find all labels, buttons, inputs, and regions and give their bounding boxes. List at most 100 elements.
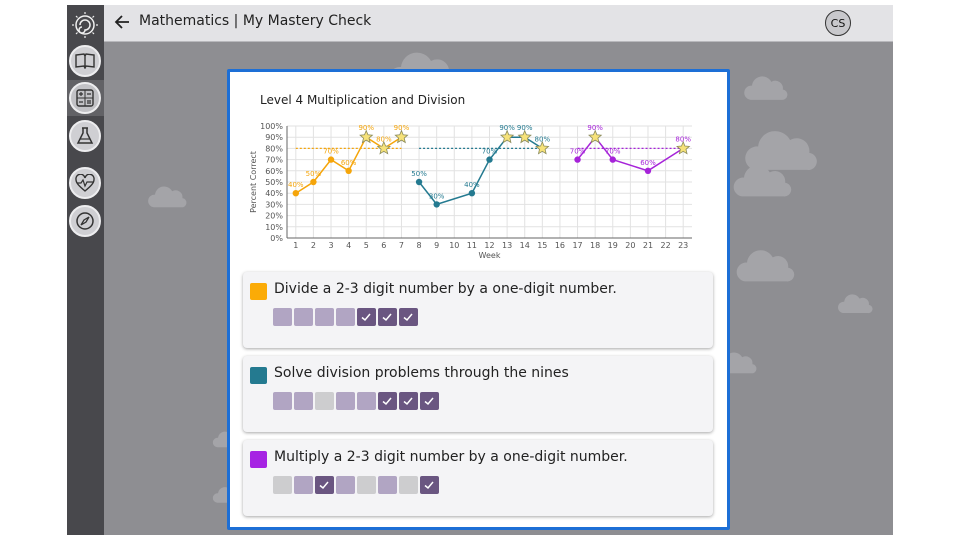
data-label: 50% [306,170,322,178]
data-point [486,156,493,163]
y-tick-label: 20% [265,212,283,221]
x-tick-label: 16 [555,241,565,250]
checkmark-icon [382,313,392,322]
x-tick-label: 1 [293,241,298,250]
sidebar [67,5,104,535]
x-tick-label: 5 [364,241,369,250]
attempt-box-mastered [357,308,376,326]
x-tick-label: 2 [311,241,316,250]
attempt-box [336,476,355,494]
x-tick-label: 7 [399,241,404,250]
data-label: 70% [605,148,621,156]
app-window: Mathematics | My Mastery Check CS Level … [67,5,893,535]
x-tick-label: 14 [520,241,530,250]
data-point [574,156,581,163]
attempt-box-mastered [315,476,334,494]
swirl-logo-icon[interactable] [69,9,101,41]
checkmark-icon [424,481,434,490]
attempt-box [273,308,292,326]
heart-pulse-icon [75,174,95,192]
attempt-box [273,392,292,410]
attempt-box-mastered [399,308,418,326]
y-tick-label: 50% [265,178,283,187]
attempt-box [294,308,313,326]
x-tick-label: 4 [346,241,351,250]
attempt-box [273,476,292,494]
attempt-box-mastered [378,308,397,326]
data-label: 70% [323,148,339,156]
data-point [345,167,352,174]
flask-icon [76,127,94,144]
cloud-decoration [744,76,788,100]
cloud-decoration [838,294,873,314]
mastery-modal: Level 4 Multiplication and Division 0% 10… [227,69,730,530]
data-label: 80% [376,135,392,143]
data-label: 80% [675,135,691,143]
attempt-box [315,392,334,410]
checkmark-icon [319,481,329,490]
x-tick-label: 13 [502,241,512,250]
attempt-box [315,308,334,326]
y-tick-label: 80% [265,144,283,153]
attempt-box [294,476,313,494]
data-point [609,156,616,163]
y-tick-label: 60% [265,167,283,176]
skill-card[interactable]: Solve division problems through the nine… [243,356,713,432]
data-label: 40% [288,181,304,189]
skill-label: Divide a 2-3 digit number by a one-digit… [274,281,617,297]
attempt-box [336,308,355,326]
attempt-box [294,392,313,410]
user-avatar[interactable]: CS [825,10,851,36]
cloud-decoration [736,250,795,282]
back-arrow-icon[interactable] [112,12,132,32]
x-tick-label: 19 [608,241,618,250]
x-tick-label: 23 [678,241,688,250]
data-label: 80% [535,135,551,143]
skill-label: Solve division problems through the nine… [274,365,569,381]
y-tick-label: 100% [260,122,283,131]
attempt-box-mastered [399,392,418,410]
sidebar-item-math[interactable] [69,82,101,114]
sidebar-item-explore[interactable] [69,205,101,237]
x-tick-label: 9 [434,241,439,250]
attempt-box [357,476,376,494]
sidebar-item-science[interactable] [69,120,101,152]
skill-card[interactable]: Divide a 2-3 digit number by a one-digit… [243,272,713,348]
sidebar-item-health[interactable] [69,167,101,199]
data-point [310,178,317,186]
attempt-boxes [273,392,439,410]
skill-label: Multiply a 2-3 digit number by a one-dig… [274,449,628,465]
x-tick-label: 10 [449,241,459,250]
header-bar: Mathematics | My Mastery Check CS [104,5,893,42]
skill-color-swatch [250,367,267,384]
attempt-box-mastered [420,392,439,410]
data-label: 70% [570,148,586,156]
open-book-icon [75,53,95,69]
cloud-decoration [733,165,792,197]
data-label: 60% [341,159,357,167]
checkmark-icon [382,397,392,406]
skill-card[interactable]: Multiply a 2-3 digit number by a one-dig… [243,440,713,516]
data-label: 60% [640,159,656,167]
y-tick-label: 30% [265,200,283,209]
x-tick-label: 20 [625,241,635,250]
data-point [433,201,440,208]
data-point [644,167,652,174]
y-tick-label: 0% [270,234,283,243]
attempt-box [378,476,397,494]
x-tick-label: 18 [590,241,600,250]
x-tick-label: 22 [660,241,670,250]
x-axis-label: Week [479,251,501,260]
data-point [468,190,476,197]
data-label: 50% [411,170,427,178]
y-tick-label: 70% [265,156,283,165]
x-tick-label: 17 [572,241,582,250]
x-tick-label: 6 [381,241,386,250]
x-tick-label: 15 [537,241,547,250]
sidebar-item-reading[interactable] [69,45,101,77]
y-axis-label: Percent Correct [249,151,258,213]
attempt-box [336,392,355,410]
progress-chart: 0%10%20%30%40%50%60%70%80%90%100%1 2 3 4 5 6 7… [249,122,692,260]
data-point [327,156,335,163]
data-point [415,178,423,186]
